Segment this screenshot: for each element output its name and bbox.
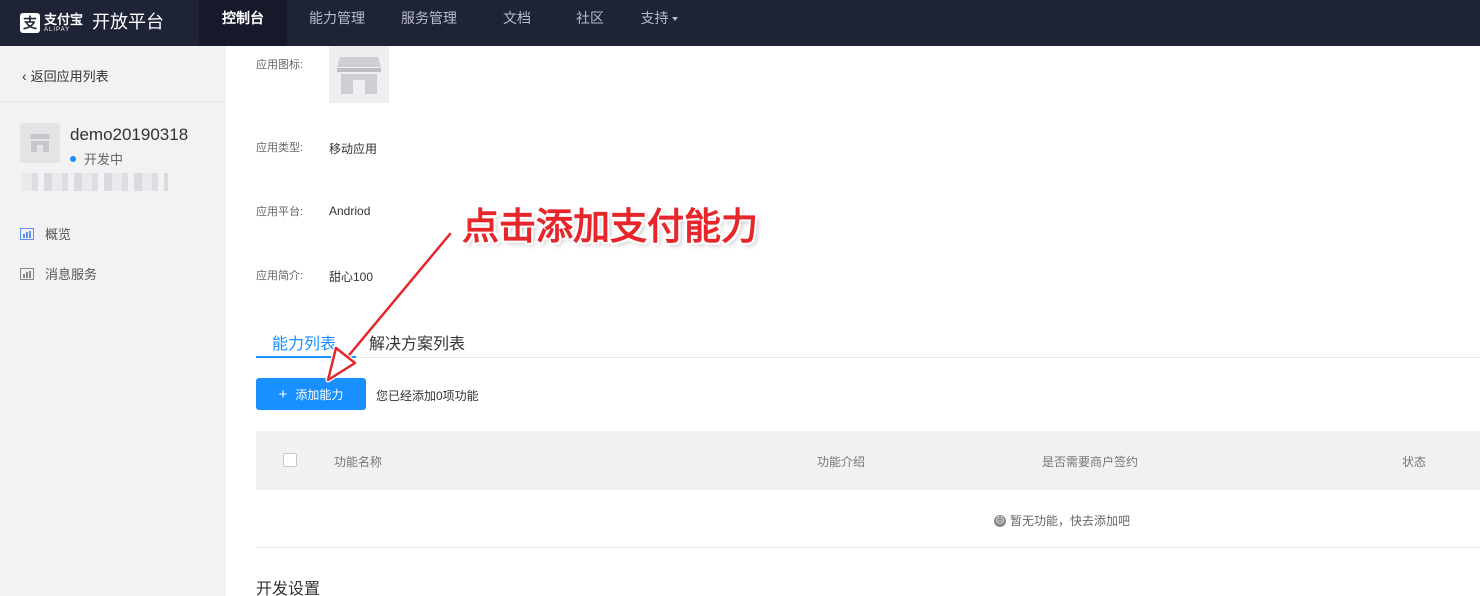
column-header-sign: 是否需要商户签约: [1042, 455, 1139, 469]
plus-icon: +: [278, 385, 288, 403]
sidebar-item-overview[interactable]: 概览: [20, 224, 71, 243]
logo-cn: 支付宝: [44, 12, 84, 27]
nav-capability-mgmt[interactable]: 能力管理: [287, 0, 387, 46]
app-icon-preview: [329, 46, 389, 103]
status-dot-icon: [70, 155, 76, 162]
store-icon: [337, 56, 381, 94]
alipay-logo-icon: 支: [20, 13, 40, 33]
app-platform-value: Andriod: [329, 204, 371, 218]
main-nav: 控制台 能力管理 服务管理 文档 社区 支持: [199, 0, 701, 46]
column-header-intro: 功能介绍: [817, 455, 866, 469]
table-empty-state: ☹ 暂无功能，快去添加吧: [994, 512, 1130, 529]
sidebar: ‹ 返回应用列表 demo20190318 开发中 概览 消息服务: [0, 46, 226, 596]
chart-icon: [20, 267, 34, 280]
select-all-checkbox[interactable]: [283, 453, 297, 467]
nav-support-label: 支持: [640, 10, 669, 26]
alipay-logo-text: 支付宝 ALIPAY: [44, 13, 83, 33]
app-platform-label: 应用平台:: [256, 206, 304, 218]
sidebar-item-label: 消息服务: [45, 267, 98, 282]
app-type-value: 移动应用: [329, 142, 378, 156]
column-header-status: 状态: [1402, 455, 1427, 469]
logo-en: ALIPAY: [44, 27, 71, 33]
app-status: 开发中: [70, 149, 123, 168]
table-divider: [256, 547, 1480, 548]
store-icon: [30, 134, 50, 152]
app-icon-label: 应用图标:: [256, 59, 304, 71]
back-label: 返回应用列表: [30, 69, 109, 84]
table-header: 功能名称 功能介绍 是否需要商户签约 状态: [256, 431, 1480, 490]
app-type-label: 应用类型:: [256, 142, 304, 154]
sidebar-item-message-service[interactable]: 消息服务: [20, 264, 97, 283]
annotation-arrow-icon: [325, 231, 453, 383]
empty-text: 暂无功能，快去添加吧: [1010, 514, 1131, 528]
annotation-callout: 点击添加支付能力: [462, 206, 758, 247]
app-status-label: 开发中: [84, 152, 124, 167]
nav-community[interactable]: 社区: [563, 0, 617, 46]
chart-icon: [20, 227, 34, 240]
platform-title[interactable]: 开放平台: [92, 8, 164, 34]
alipay-logo[interactable]: 支 支付宝 ALIPAY: [20, 9, 83, 37]
back-to-app-list-link[interactable]: ‹ 返回应用列表: [22, 66, 109, 85]
app-name: demo20190318: [70, 125, 189, 144]
frown-icon: ☹: [994, 514, 1006, 527]
nav-console[interactable]: 控制台: [199, 0, 287, 46]
sidebar-divider: [0, 101, 226, 102]
redacted-app-id: [22, 173, 168, 191]
app-icon: [20, 123, 60, 163]
nav-service-mgmt[interactable]: 服务管理: [387, 0, 471, 46]
column-header-name: 功能名称: [334, 455, 383, 469]
nav-docs[interactable]: 文档: [471, 0, 563, 46]
nav-support[interactable]: 支持: [617, 0, 701, 46]
section-title-dev-settings: 开发设置: [256, 581, 321, 596]
app-intro-label: 应用简介:: [256, 270, 304, 282]
sidebar-item-label: 概览: [45, 227, 72, 242]
caret-down-icon: [671, 17, 678, 22]
chevron-left-icon: ‹: [22, 67, 27, 84]
top-nav-bar: 支 支付宝 ALIPAY 开放平台 控制台 能力管理 服务管理 文档 社区 支持: [0, 0, 1480, 46]
